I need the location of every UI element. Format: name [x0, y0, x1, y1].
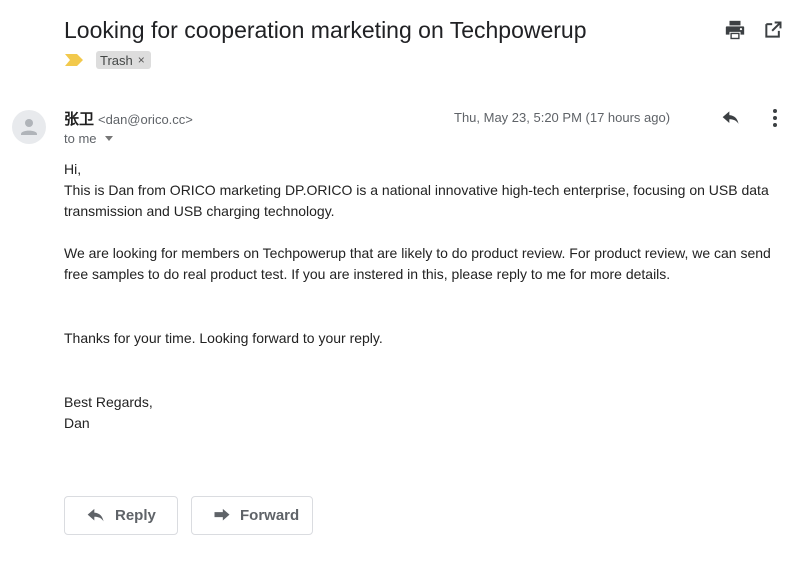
- labels-row: Trash ×: [64, 50, 151, 70]
- email-body: Hi, This is Dan from ORICO marketing DP.…: [64, 159, 789, 434]
- timestamp: Thu, May 23, 5:20 PM (17 hours ago): [454, 110, 671, 125]
- remove-label-button[interactable]: ×: [138, 53, 145, 67]
- chevron-down-icon: [104, 136, 113, 141]
- body-paragraph-3: Thanks for your time. Looking forward to…: [64, 330, 383, 346]
- thread-toolbar: [709, 18, 785, 42]
- label-chip-trash: Trash ×: [96, 51, 151, 69]
- body-closing: Best Regards,: [64, 394, 153, 410]
- email-view: Looking for cooperation marketing on Tec…: [0, 0, 797, 580]
- forward-button-label: Forward: [240, 507, 300, 524]
- recipient-details-toggle[interactable]: to me: [64, 131, 113, 146]
- importance-marker-icon[interactable]: [64, 53, 84, 67]
- body-signature: Dan: [64, 415, 90, 431]
- sender-line: 张卫 <dan@orico.cc>: [64, 108, 193, 128]
- printer-icon[interactable]: [723, 18, 747, 42]
- reply-forward-bar: Reply Forward: [64, 496, 326, 535]
- open-in-new-icon[interactable]: [761, 18, 785, 42]
- email-subject: Looking for cooperation marketing on Tec…: [64, 17, 587, 43]
- recipient-text: to me: [64, 131, 97, 146]
- body-paragraph-1: This is Dan from ORICO marketing DP.ORIC…: [64, 182, 769, 219]
- avatar[interactable]: [12, 110, 46, 144]
- body-paragraph-2: We are looking for members on Techpoweru…: [64, 245, 771, 282]
- sender-email: <dan@orico.cc>: [98, 112, 193, 127]
- reply-icon: [85, 505, 107, 527]
- body-greeting: Hi,: [64, 161, 82, 177]
- label-chip-text: Trash: [100, 52, 133, 68]
- reply-button-label: Reply: [115, 507, 156, 524]
- default-person-icon: [21, 119, 37, 135]
- reply-arrow-icon[interactable]: [719, 106, 743, 130]
- more-vertical-icon[interactable]: [763, 106, 787, 130]
- reply-button[interactable]: Reply: [64, 496, 178, 535]
- message-actions: [719, 106, 787, 130]
- forward-button[interactable]: Forward: [191, 496, 313, 535]
- sender-name[interactable]: 张卫: [64, 108, 94, 129]
- forward-icon: [212, 505, 232, 527]
